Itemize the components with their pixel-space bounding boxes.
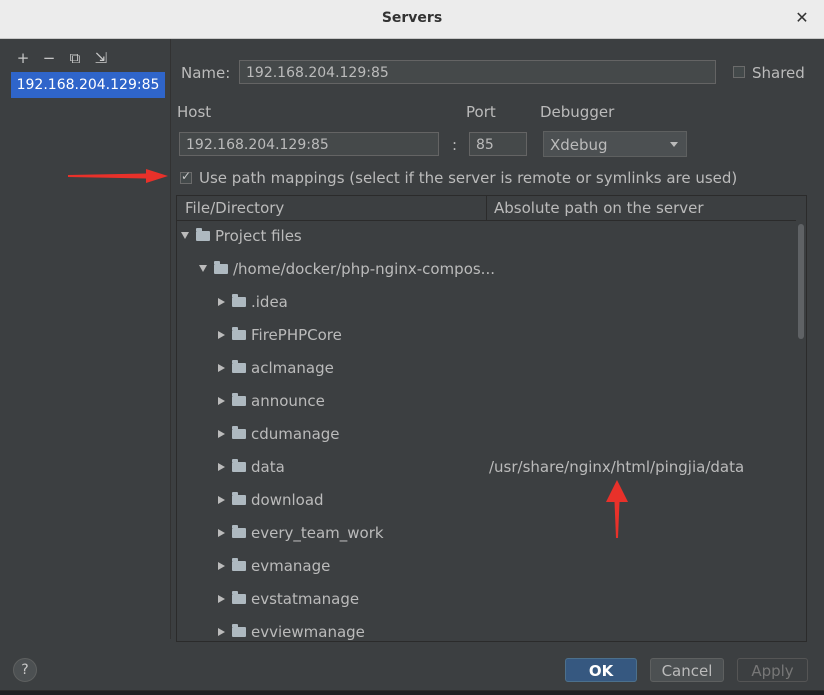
copy-icon[interactable]: ⧉: [66, 49, 84, 67]
folder-icon: [232, 525, 246, 538]
annotation-arrow-icon: [606, 480, 628, 538]
row-remote-path[interactable]: /usr/share/nginx/html/pingjia/data: [489, 458, 744, 476]
row-name: data: [251, 458, 285, 476]
chevron-right-icon[interactable]: [218, 331, 225, 339]
import-icon[interactable]: ⇲: [92, 49, 110, 67]
ok-button[interactable]: OK: [565, 658, 637, 682]
chevron-right-icon[interactable]: [218, 364, 225, 372]
folder-icon: [232, 393, 246, 406]
path-mappings-table: File/Directory Absolute path on the serv…: [176, 195, 807, 642]
scrollbar-thumb[interactable]: [798, 224, 804, 339]
table-row[interactable]: Project files: [177, 221, 796, 254]
column-header-absolute-path[interactable]: Absolute path on the server: [494, 199, 704, 217]
row-name: /home/docker/php-nginx-compos...: [233, 260, 495, 278]
folder-icon: [196, 228, 210, 241]
folder-icon: [232, 591, 246, 604]
title-bar: Servers ✕: [0, 0, 824, 39]
table-row[interactable]: cdumanage: [177, 419, 796, 452]
table-row[interactable]: announce: [177, 386, 796, 419]
remove-icon[interactable]: −: [40, 49, 58, 67]
use-path-mappings-label: Use path mappings (select if the server …: [199, 169, 738, 187]
server-list-item[interactable]: 192.168.204.129:85: [11, 72, 165, 98]
server-list-panel: + − ⧉ ⇲ 192.168.204.129:85: [0, 39, 171, 639]
table-row[interactable]: download: [177, 485, 796, 518]
folder-icon: [232, 426, 246, 439]
folder-icon: [232, 558, 246, 571]
row-name: evviewmanage: [251, 623, 365, 641]
dialog-title: Servers: [381, 10, 443, 26]
cancel-button[interactable]: Cancel: [650, 658, 724, 682]
host-input[interactable]: 192.168.204.129:85: [179, 132, 439, 156]
chevron-right-icon[interactable]: [218, 562, 225, 570]
table-row[interactable]: aclmanage: [177, 353, 796, 386]
row-name: FirePHPCore: [251, 326, 342, 344]
apply-button[interactable]: Apply: [737, 658, 808, 682]
chevron-right-icon[interactable]: [218, 463, 225, 471]
debugger-select[interactable]: Xdebug: [543, 131, 687, 157]
folder-icon: [232, 360, 246, 373]
row-name: evmanage: [251, 557, 331, 575]
table-row[interactable]: data/usr/share/nginx/html/pingjia/data: [177, 452, 796, 485]
row-name: Project files: [215, 227, 302, 245]
column-header-file-directory[interactable]: File/Directory: [185, 199, 284, 217]
chevron-down-icon[interactable]: [181, 232, 189, 239]
row-name: evstatmanage: [251, 590, 360, 608]
name-label: Name:: [181, 64, 231, 82]
use-path-mappings-checkbox[interactable]: [180, 169, 192, 184]
debugger-select-value: Xdebug: [550, 136, 608, 154]
table-row[interactable]: evviewmanage: [177, 617, 796, 641]
port-input[interactable]: 85: [469, 132, 527, 156]
chevron-right-icon[interactable]: [218, 430, 225, 438]
row-name: every_team_work: [251, 524, 384, 542]
annotation-arrow-icon: [68, 169, 168, 183]
table-row[interactable]: .idea: [177, 287, 796, 320]
close-icon[interactable]: ✕: [792, 8, 812, 28]
table-row[interactable]: evmanage: [177, 551, 796, 584]
servers-dialog: Servers ✕ + − ⧉ ⇲ 192.168.204.129:85 Nam…: [0, 0, 824, 691]
row-name: announce: [251, 392, 325, 410]
host-label: Host: [177, 103, 212, 121]
table-row[interactable]: /home/docker/php-nginx-compos...: [177, 254, 796, 287]
folder-icon: [232, 459, 246, 472]
row-name: aclmanage: [251, 359, 334, 377]
help-button[interactable]: ?: [13, 658, 37, 682]
vertical-scrollbar[interactable]: [796, 220, 806, 641]
folder-icon: [232, 294, 246, 307]
folder-icon: [214, 261, 228, 274]
chevron-right-icon[interactable]: [218, 397, 225, 405]
shared-label: Shared: [752, 64, 805, 82]
folder-icon: [232, 327, 246, 340]
chevron-right-icon[interactable]: [218, 529, 225, 537]
port-label: Port: [466, 103, 496, 121]
chevron-right-icon[interactable]: [218, 496, 225, 504]
name-input[interactable]: 192.168.204.129:85: [239, 60, 716, 84]
port-separator: :: [452, 136, 458, 154]
row-name: .idea: [251, 293, 288, 311]
chevron-right-icon[interactable]: [218, 628, 225, 636]
debugger-label: Debugger: [540, 103, 615, 121]
table-row[interactable]: every_team_work: [177, 518, 796, 551]
column-divider[interactable]: [486, 196, 487, 220]
shared-checkbox[interactable]: [733, 66, 745, 78]
table-row[interactable]: evstatmanage: [177, 584, 796, 617]
folder-icon: [232, 624, 246, 637]
table-row[interactable]: FirePHPCore: [177, 320, 796, 353]
row-name: download: [251, 491, 324, 509]
table-header: File/Directory Absolute path on the serv…: [177, 196, 806, 221]
chevron-right-icon[interactable]: [218, 298, 225, 306]
chevron-down-icon: [670, 142, 678, 147]
add-icon[interactable]: +: [14, 49, 32, 67]
chevron-down-icon[interactable]: [199, 265, 207, 272]
folder-icon: [232, 492, 246, 505]
chevron-right-icon[interactable]: [218, 595, 225, 603]
row-name: cdumanage: [251, 425, 340, 443]
